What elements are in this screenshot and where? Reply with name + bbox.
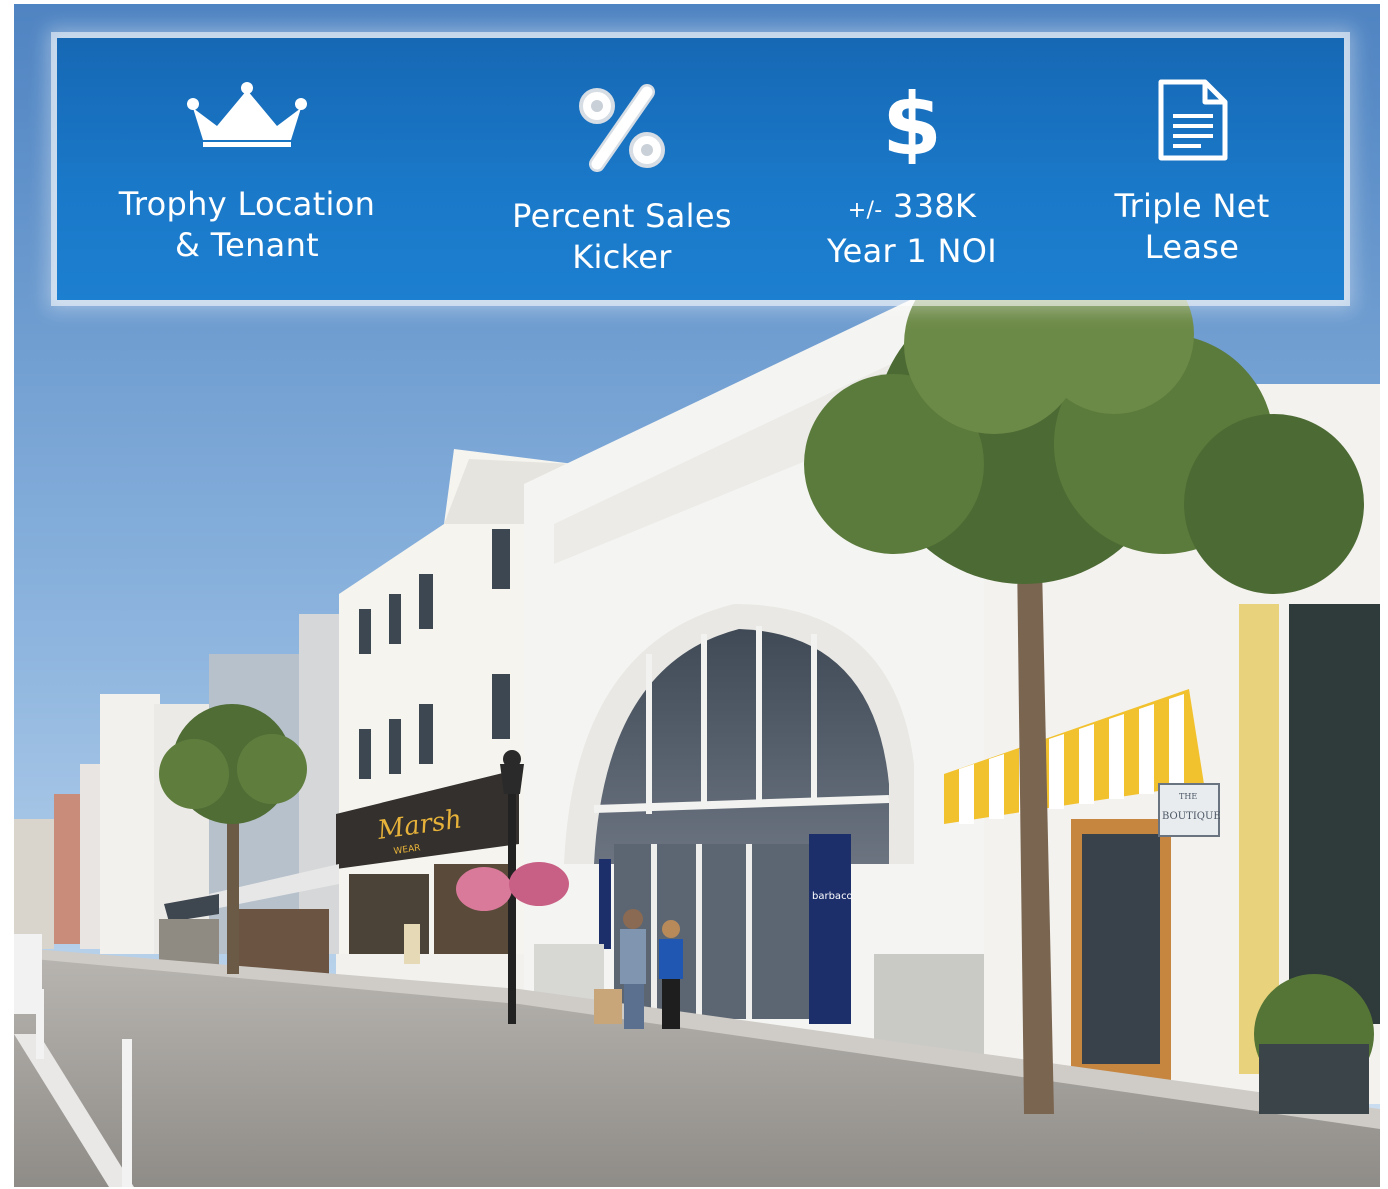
parked-car — [14, 934, 42, 1014]
feature-banner: Trophy Location & Tenant Percent Sales K… — [57, 38, 1344, 300]
feature-lease: Triple Net Lease — [1067, 38, 1317, 300]
percent-icon — [575, 84, 669, 176]
barbaco-sign: barbaco — [812, 891, 853, 902]
dollar-icon: $ — [879, 75, 945, 175]
noi-value: 338K — [882, 187, 977, 225]
feature-trophy: Trophy Location & Tenant — [87, 38, 407, 300]
flower-basket — [456, 867, 512, 911]
bollard — [122, 1039, 132, 1187]
feature-trophy-label: Trophy Location & Tenant — [118, 185, 376, 264]
noi-caption: Year 1 NOI — [826, 232, 997, 270]
boutique-sign: BOUTIQUE — [1162, 811, 1221, 822]
planter-box — [1259, 1044, 1369, 1114]
svg-text:$: $ — [882, 80, 942, 164]
crown-icon — [187, 82, 307, 152]
boutique-sign-top: THE — [1179, 792, 1197, 801]
noi-prefix: +/- — [847, 198, 883, 223]
feature-lease-label: Triple Net Lease — [1114, 187, 1270, 266]
feature-percent: Percent Sales Kicker — [477, 38, 767, 300]
flower-basket-2 — [509, 862, 569, 906]
feature-noi: $ +/- 338K Year 1 NOI — [802, 38, 1022, 300]
feature-percent-label: Percent Sales Kicker — [512, 197, 732, 276]
document-icon — [1155, 78, 1229, 166]
feature-noi-label: +/- 338K Year 1 NOI — [802, 186, 1022, 272]
